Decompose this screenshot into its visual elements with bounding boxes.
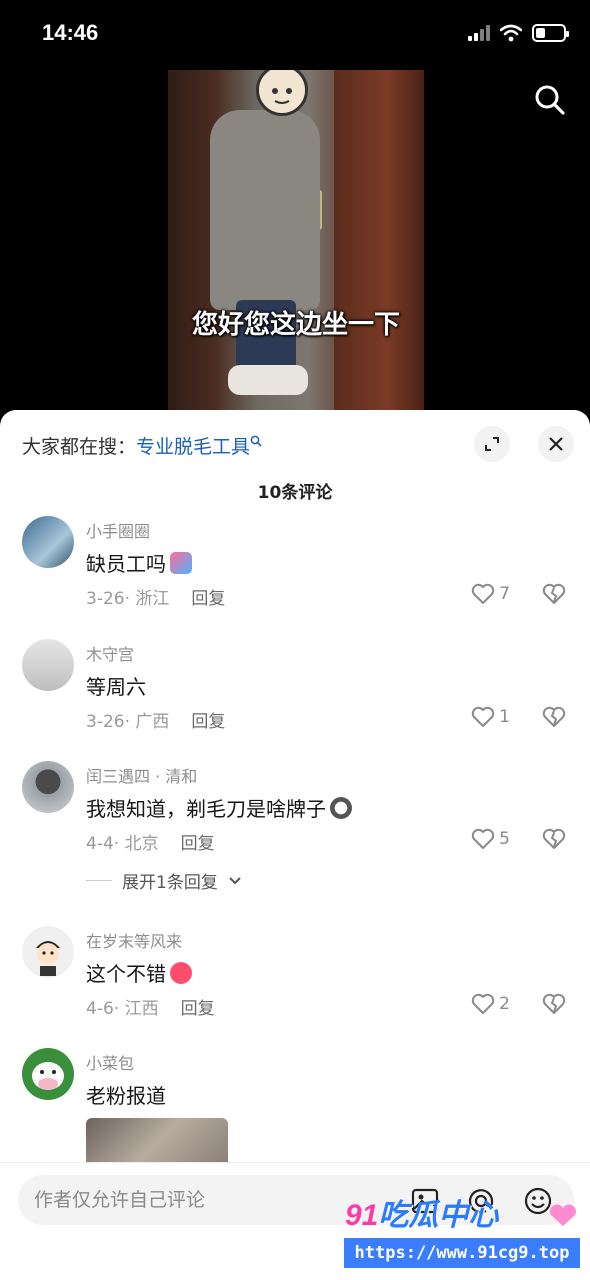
comment-text-content: 这个不错 (86, 962, 166, 986)
close-icon (549, 437, 563, 451)
comment-text: 老粉报道 (86, 1084, 166, 1108)
like-button[interactable]: 5 (471, 828, 510, 850)
face-sticker (256, 70, 308, 116)
heart-eyes-emoji-icon (170, 962, 192, 984)
close-button[interactable] (538, 426, 574, 462)
heart-icon (471, 706, 495, 727)
comment-text: 缺员工吗 (86, 548, 192, 577)
expand-button[interactable] (474, 426, 510, 462)
suggestion-label: 大家都在搜： (22, 436, 137, 458)
broken-heart-icon[interactable] (542, 993, 566, 1015)
comment-image[interactable] (86, 1118, 228, 1166)
comment-text: 等周六 (86, 675, 146, 699)
heart-icon (471, 583, 495, 604)
hug-emoji-icon (170, 552, 192, 574)
broken-heart-icon[interactable] (542, 583, 566, 605)
chevron-down-icon (229, 876, 241, 884)
avatar[interactable] (22, 926, 74, 978)
avatar[interactable] (22, 516, 74, 568)
watermark-logo-number: 91 (345, 1199, 379, 1232)
comment-text-content: 缺员工吗 (86, 552, 166, 576)
comment-date: 4-4 (86, 834, 114, 854)
like-count: 2 (499, 994, 510, 1014)
cartoon-face-icon (36, 941, 60, 976)
reply-button[interactable]: 回复 (191, 712, 225, 732)
reply-button[interactable]: 回复 (181, 999, 215, 1019)
avatar[interactable] (22, 639, 74, 691)
status-bar: 14:46 (0, 0, 590, 70)
comment-count-title: 10条评论 (257, 483, 333, 503)
avatar[interactable] (22, 761, 74, 813)
reply-button[interactable]: 回复 (191, 589, 225, 609)
avatar[interactable] (22, 1048, 74, 1100)
expand-icon (485, 437, 499, 451)
like-count: 5 (499, 829, 510, 849)
wifi-icon (500, 24, 522, 42)
like-button[interactable]: 2 (471, 993, 510, 1015)
comment-date: 3-26 (86, 589, 125, 609)
small-search-icon (250, 435, 262, 447)
broken-heart-icon[interactable] (542, 706, 566, 728)
like-count: 1 (499, 707, 510, 727)
comment-text-content: 我想知道，剃毛刀是啥牌子 (86, 797, 326, 821)
like-button[interactable]: 7 (471, 583, 510, 605)
heart-icon (471, 993, 495, 1014)
heart-icon (471, 828, 495, 849)
comment-date: 3-26 (86, 712, 125, 732)
search-icon[interactable] (534, 84, 566, 116)
comment-author[interactable]: 小手圈圈 (86, 518, 150, 542)
comment-text: 这个不错 (86, 958, 192, 987)
pink-heart-icon (550, 1204, 576, 1226)
comment-author[interactable]: 小菜包 (86, 1050, 134, 1074)
video-person (210, 110, 320, 310)
comment-meta: 3-26· 广西 回复 (86, 712, 226, 732)
comment-meta: 4-4· 北京 回复 (86, 834, 215, 854)
like-button[interactable]: 1 (471, 706, 510, 728)
divider-line (86, 880, 112, 881)
broken-heart-icon[interactable] (542, 828, 566, 850)
video-player[interactable]: 您好您这边坐一下 (168, 70, 424, 415)
watermark-logo: 91吃瓜中心 (345, 1190, 498, 1234)
comment-meta: 3-26· 浙江 回复 (86, 589, 226, 609)
reply-button[interactable]: 回复 (181, 834, 215, 854)
like-count: 7 (499, 584, 510, 604)
comment-location: 江西 (124, 999, 159, 1019)
cow-avatar-icon (32, 1062, 64, 1090)
comment-location: 广西 (135, 712, 170, 732)
watermark-logo-text: 吃瓜中心 (378, 1199, 499, 1232)
watermark-url: https://www.91cg9.top (344, 1238, 580, 1268)
comment-location: 北京 (124, 834, 159, 854)
dog-emoji-icon (330, 797, 352, 819)
suggestion-keyword[interactable]: 专业脱毛工具 (136, 436, 250, 458)
battery-icon (532, 24, 569, 42)
status-icons (468, 24, 569, 42)
comment-author[interactable]: 闰三遇四 · 清和 (86, 763, 197, 787)
expand-replies-button[interactable]: 展开1条回复 (86, 868, 242, 893)
video-subtitle: 您好您这边坐一下 (191, 310, 400, 340)
comment-location: 浙江 (135, 589, 170, 609)
comment-author[interactable]: 木守宫 (86, 641, 134, 665)
sticker-face-icon (272, 88, 292, 104)
comment-input[interactable] (34, 1175, 394, 1225)
signal-icon (468, 25, 490, 41)
video-person-shoes (228, 365, 308, 395)
expand-replies-label: 展开1条回复 (122, 873, 218, 893)
status-time: 14:46 (42, 20, 99, 45)
comment-author[interactable]: 在岁末等风来 (86, 928, 182, 952)
video-door (334, 70, 424, 415)
comment-date: 4-6 (86, 999, 114, 1019)
comment-text: 我想知道，剃毛刀是啥牌子 (86, 793, 352, 822)
comment-meta: 4-6· 江西 回复 (86, 999, 215, 1019)
search-suggestion[interactable]: 大家都在搜：专业脱毛工具 (22, 432, 262, 459)
